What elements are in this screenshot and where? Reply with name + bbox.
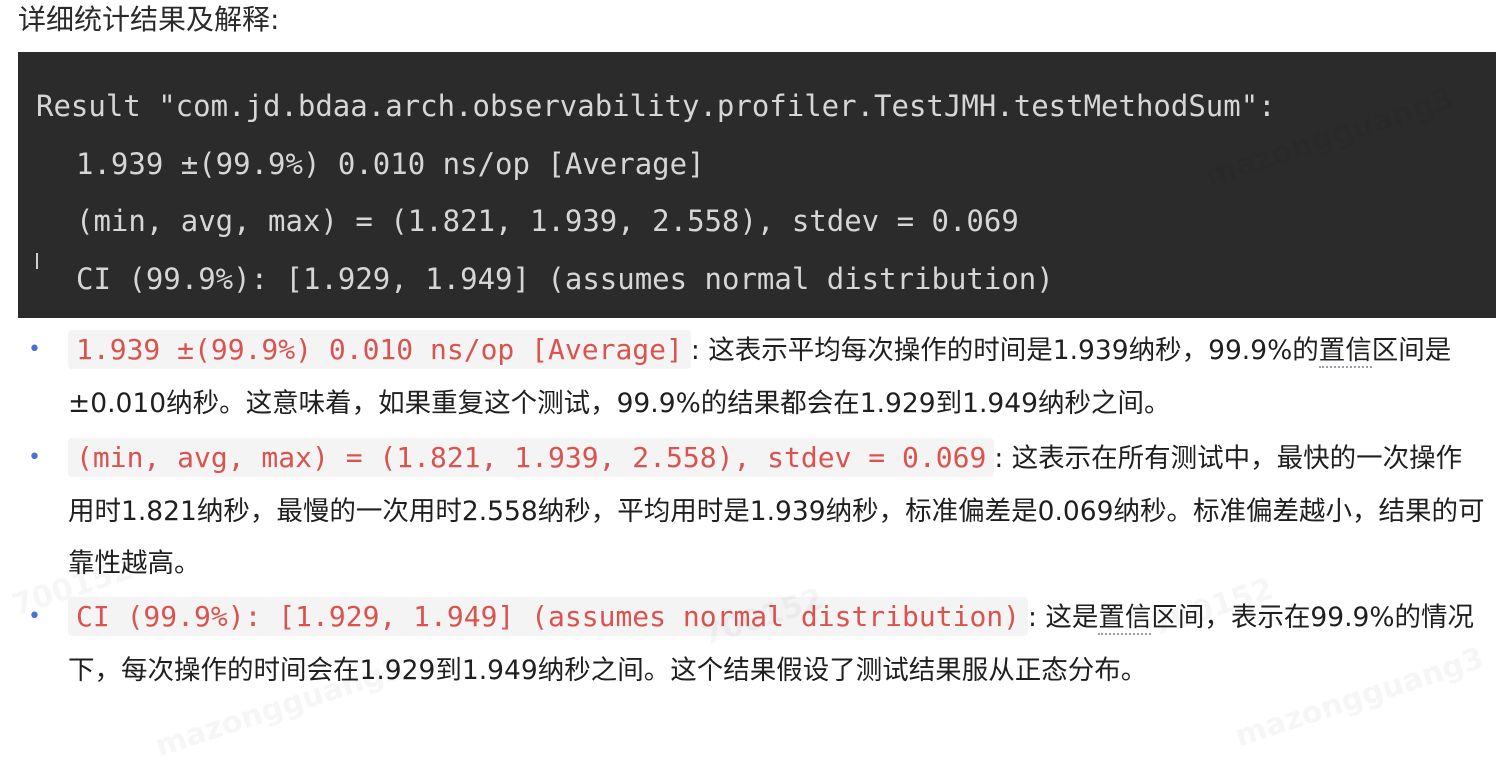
bullet-dot-icon: • — [28, 604, 41, 629]
bullet-dot-icon: • — [28, 337, 41, 362]
list-item: • CI (99.9%): [1.929, 1.949] (assumes no… — [28, 591, 1488, 697]
list-item-text: : 这是 — [1028, 602, 1099, 633]
inline-code: CI (99.9%): [1.929, 1.949] (assumes norm… — [68, 597, 1029, 636]
text-cursor — [36, 253, 38, 269]
inline-code: (min, avg, max) = (1.821, 1.939, 2.558),… — [68, 438, 995, 477]
code-line-minavgmax: (min, avg, max) = (1.821, 1.939, 2.558),… — [76, 204, 1019, 238]
bullet-dot-icon: • — [28, 445, 41, 470]
code-line-result: Result "com.jd.bdaa.arch.observability.p… — [36, 89, 1276, 123]
spellcheck-underlined-term: 置信 — [1318, 335, 1372, 368]
code-line-average: 1.939 ±(99.9%) 0.010 ns/op [Average] — [76, 146, 705, 181]
list-item-text: : 这表示平均每次操作的时间是1.939纳秒，99.9%的 — [690, 335, 1319, 366]
section-heading: 详细统计结果及解释: — [18, 3, 280, 36]
spellcheck-underlined-term: 置信 — [1098, 602, 1152, 635]
code-block[interactable]: Result "com.jd.bdaa.arch.observability.p… — [18, 52, 1496, 318]
code-line-ci: CI (99.9%): [1.929, 1.949] (assumes norm… — [76, 261, 1054, 296]
list-item: • (min, avg, max) = (1.821, 1.939, 2.558… — [28, 432, 1488, 591]
inline-code: 1.939 ±(99.9%) 0.010 ns/op [Average] — [68, 330, 691, 369]
list-item: • 1.939 ±(99.9%) 0.010 ns/op [Average]: … — [28, 324, 1488, 430]
